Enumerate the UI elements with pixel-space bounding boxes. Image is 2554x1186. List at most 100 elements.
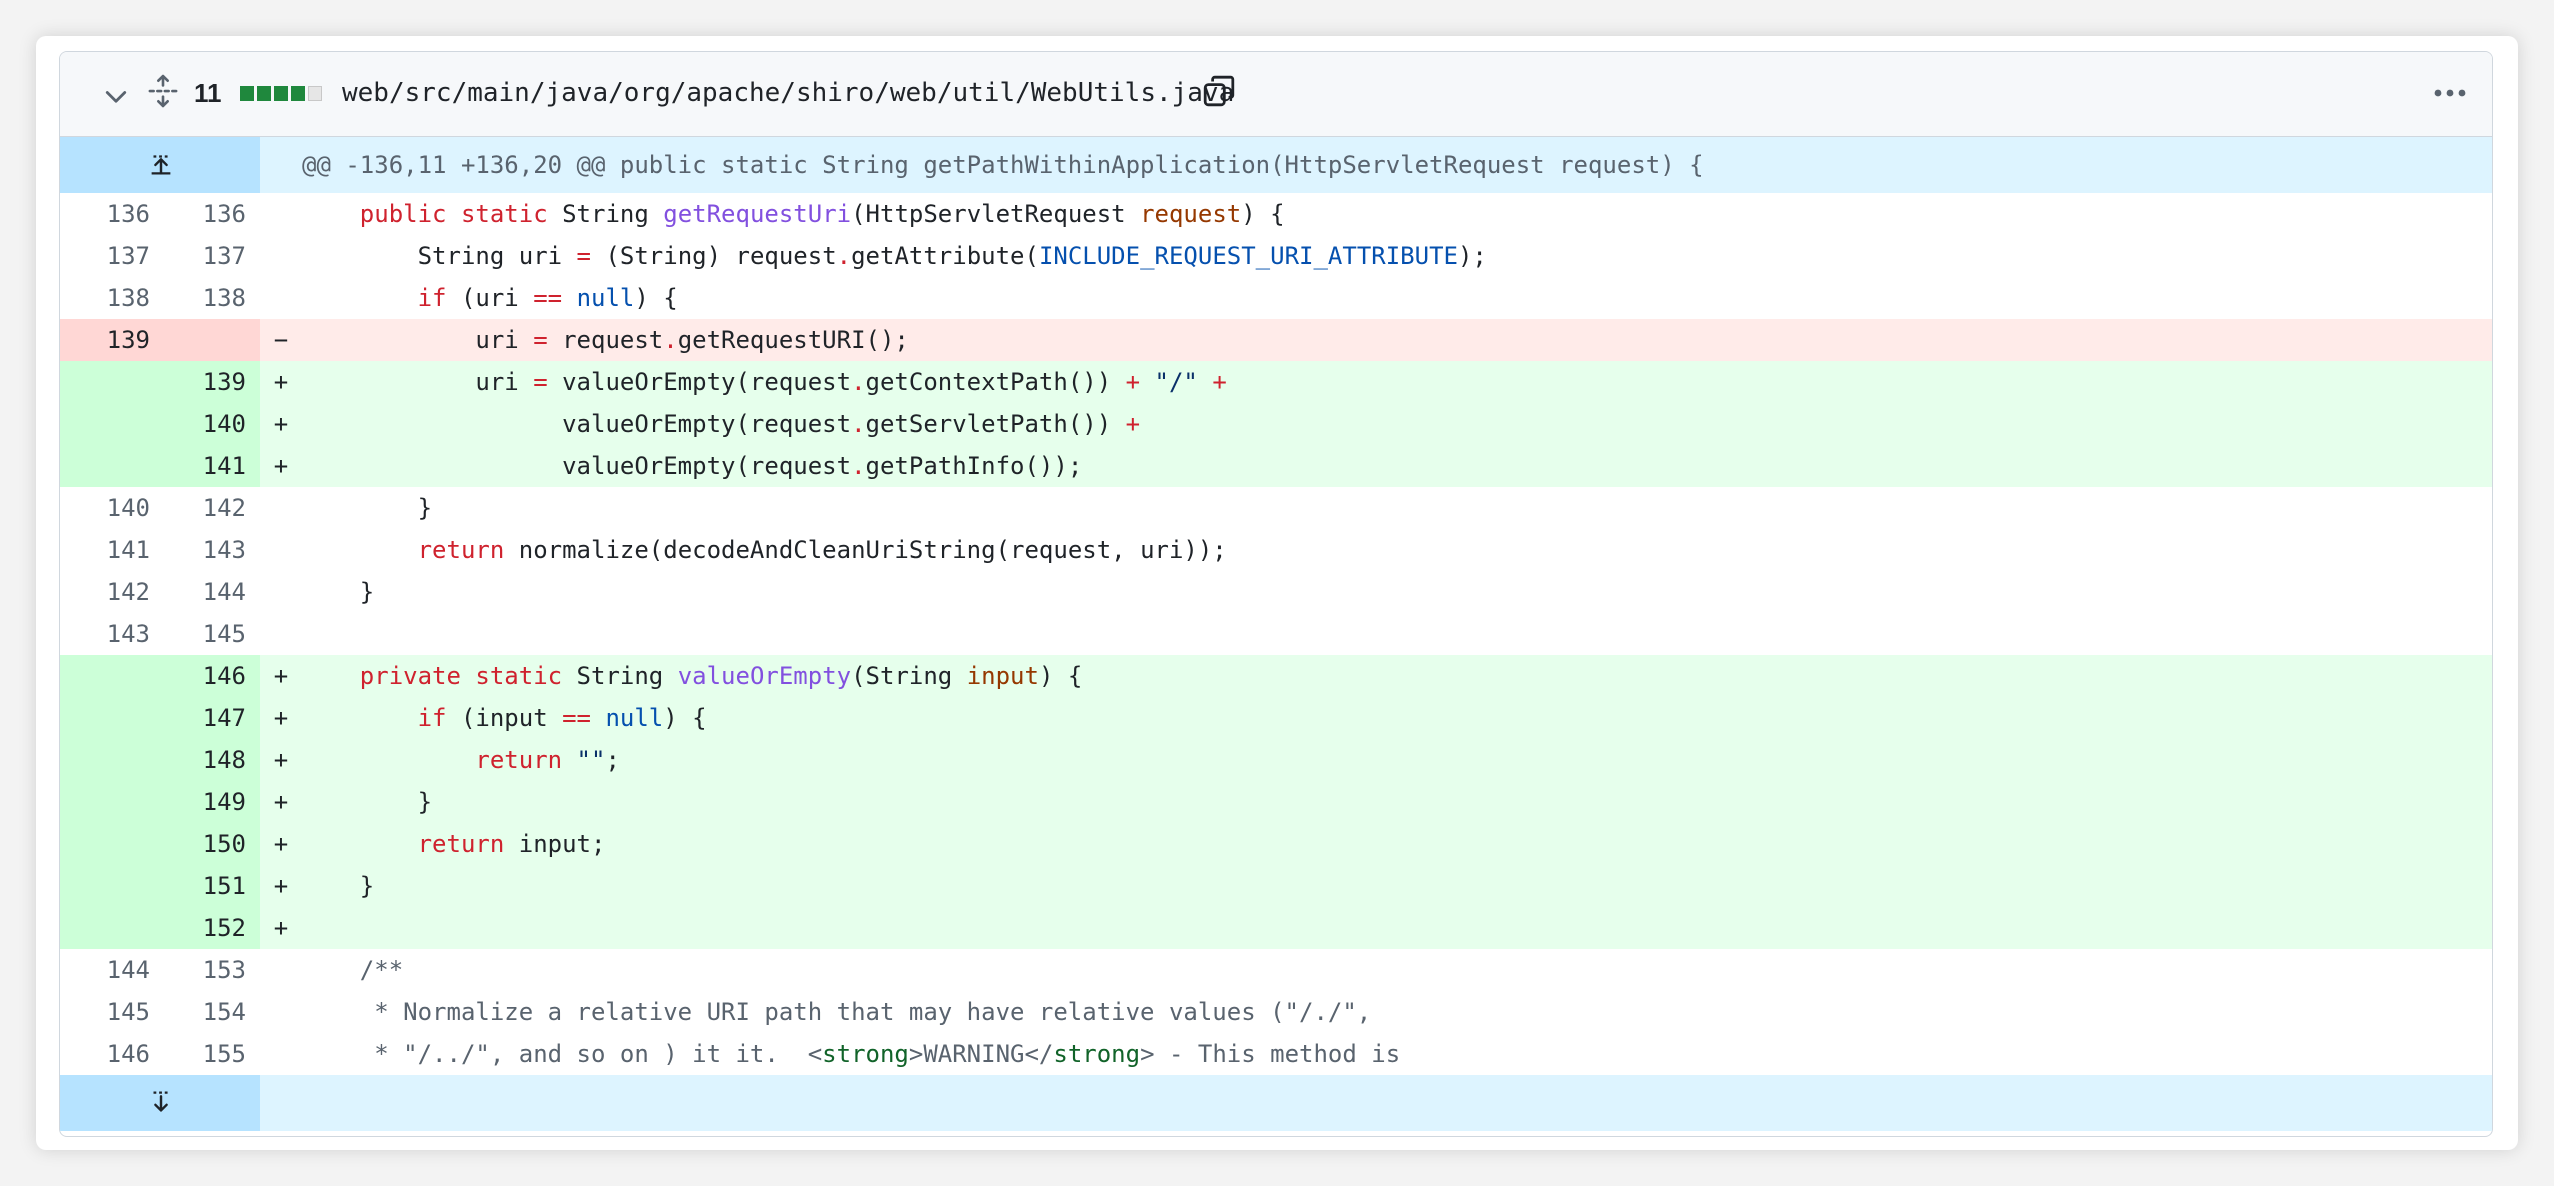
new-line-number[interactable]: 152 <box>160 907 260 949</box>
code-token: getContextPath()) <box>865 368 1126 396</box>
new-line-number[interactable]: 144 <box>160 571 260 613</box>
code-token: ) { <box>1038 662 1083 690</box>
code-token: INCLUDE_REQUEST_URI_ATTRIBUTE <box>1038 242 1458 270</box>
old-line-number[interactable] <box>60 781 160 823</box>
code-token: . <box>851 452 866 480</box>
chevron-down-icon[interactable] <box>102 82 130 110</box>
code-token: * "/../", and so on ) it it. < <box>302 1040 823 1068</box>
code-token: getPathInfo()); <box>865 452 1083 480</box>
old-line-number[interactable]: 142 <box>60 571 160 613</box>
file-path[interactable]: web/src/main/java/org/apache/shiro/web/u… <box>342 78 1234 108</box>
old-line-number[interactable] <box>60 361 160 403</box>
context-line: 143 145 <box>60 613 2492 655</box>
diff-lines: 136 136 public static String getRequestUr… <box>60 193 2492 1075</box>
copy-icon[interactable] <box>1202 74 1236 108</box>
new-line-number[interactable]: 150 <box>160 823 260 865</box>
new-line-number[interactable]: 149 <box>160 781 260 823</box>
code-token: valueOrEmpty(request <box>302 410 852 438</box>
new-line-number[interactable]: 140 <box>160 403 260 445</box>
new-line-number[interactable]: 146 <box>160 655 260 697</box>
code-token: if <box>417 284 447 312</box>
new-line-number[interactable]: 143 <box>160 529 260 571</box>
old-line-number[interactable]: 141 <box>60 529 160 571</box>
code-token: + <box>1125 368 1141 396</box>
diff-marker <box>260 1033 302 1075</box>
new-line-number[interactable]: 136 <box>160 193 260 235</box>
code-token: return <box>417 830 505 858</box>
code-token: "" <box>576 746 606 774</box>
old-line-number[interactable]: 143 <box>60 613 160 655</box>
old-line-number[interactable]: 138 <box>60 277 160 319</box>
code-token: input <box>966 662 1039 690</box>
old-line-number[interactable] <box>60 907 160 949</box>
new-line-number[interactable]: 155 <box>160 1033 260 1075</box>
old-line-number[interactable] <box>60 403 160 445</box>
context-line: 146 155 * "/../", and so on ) it it. <str… <box>60 1033 2492 1075</box>
diffstat-square <box>257 86 271 101</box>
new-line-number[interactable]: 137 <box>160 235 260 277</box>
old-line-number[interactable] <box>60 739 160 781</box>
code-token: * Normalize a relative URI path that may… <box>302 998 1372 1026</box>
code-token: null <box>605 704 664 732</box>
context-line: 144 153 /** <box>60 949 2492 991</box>
code-line: return ""; <box>302 739 2492 781</box>
old-line-number[interactable]: 145 <box>60 991 160 1033</box>
old-line-number[interactable]: 136 <box>60 193 160 235</box>
changes-count: 11 <box>194 78 222 108</box>
code-token: == <box>533 284 563 312</box>
code-token: = <box>533 368 548 396</box>
more-options-icon[interactable] <box>2430 76 2470 110</box>
code-token: input; <box>504 830 606 858</box>
old-line-number[interactable] <box>60 823 160 865</box>
code-token: getServletPath()) <box>865 410 1126 438</box>
diffstat-square <box>240 86 254 101</box>
code-line: } <box>302 865 2492 907</box>
new-line-number[interactable]: 151 <box>160 865 260 907</box>
old-line-number[interactable]: 146 <box>60 1033 160 1075</box>
deleted-line: 139 − uri = request.getRequestURI(); <box>60 319 2492 361</box>
old-line-number[interactable]: 137 <box>60 235 160 277</box>
code-token: valueOrEmpty(request <box>547 368 852 396</box>
new-line-number[interactable]: 141 <box>160 445 260 487</box>
old-line-number[interactable] <box>60 697 160 739</box>
code-line: if (uri == null) { <box>302 277 2492 319</box>
code-token: (input <box>446 704 563 732</box>
old-line-number[interactable]: 139 <box>60 319 160 361</box>
expand-all-icon[interactable] <box>148 74 178 108</box>
code-token: normalize(decodeAndCleanUriString(reques… <box>504 536 1227 564</box>
expand-up-button[interactable] <box>60 137 260 193</box>
code-token: request <box>547 326 664 354</box>
expand-down-button[interactable] <box>60 1075 260 1131</box>
new-line-number[interactable]: 145 <box>160 613 260 655</box>
new-line-number[interactable]: 148 <box>160 739 260 781</box>
new-line-number[interactable]: 138 <box>160 277 260 319</box>
new-line-number[interactable]: 147 <box>160 697 260 739</box>
code-line: uri = valueOrEmpty(request.getContextPat… <box>302 361 2492 403</box>
new-line-number[interactable]: 153 <box>160 949 260 991</box>
old-line-number[interactable] <box>60 655 160 697</box>
old-line-number[interactable]: 144 <box>60 949 160 991</box>
code-line: private static String valueOrEmpty(Strin… <box>302 655 2492 697</box>
old-line-number[interactable]: 140 <box>60 487 160 529</box>
new-line-number[interactable]: 139 <box>160 361 260 403</box>
diff-marker: + <box>273 914 289 942</box>
added-line: 150 + return input; <box>60 823 2492 865</box>
code-token: (HttpServletRequest <box>851 200 1141 228</box>
code-token: uri <box>302 326 534 354</box>
old-line-number[interactable] <box>60 865 160 907</box>
new-line-number[interactable]: 154 <box>160 991 260 1033</box>
old-line-number[interactable] <box>60 445 160 487</box>
diffstat-bar <box>240 86 322 101</box>
code-token: (String <box>851 662 967 690</box>
code-token: . <box>836 242 852 270</box>
code-token: ) { <box>1241 200 1285 228</box>
new-line-number[interactable] <box>160 319 260 361</box>
new-line-number[interactable]: 142 <box>160 487 260 529</box>
code-token: } <box>302 494 433 522</box>
